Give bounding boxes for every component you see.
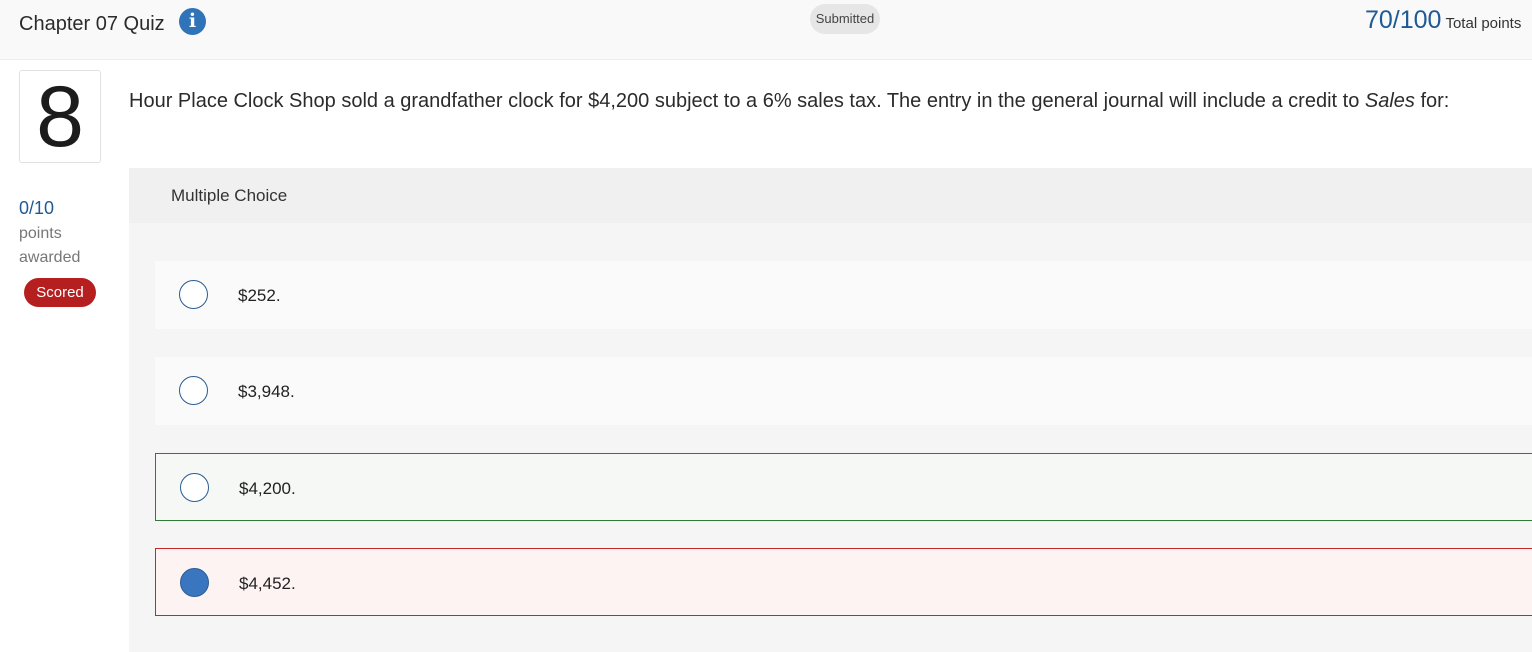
answer-option-4-selected-incorrect[interactable]: $4,452. (155, 548, 1532, 616)
question-number: 8 (19, 70, 101, 164)
question-text-start: Hour Place Clock Shop sold a grandfather… (129, 90, 1365, 112)
question-text-emphasis: Sales (1364, 90, 1415, 112)
info-icon[interactable]: i (179, 8, 206, 35)
radio-button[interactable] (180, 473, 209, 502)
radio-button-selected[interactable] (180, 568, 209, 597)
points-awarded-value: 0/10 (19, 198, 55, 218)
option-label: $252. (238, 286, 281, 305)
answer-panel-header: Multiple Choice (129, 168, 1532, 223)
answer-option-1[interactable]: $252. (155, 261, 1532, 329)
radio-button[interactable] (179, 280, 208, 309)
status-badge: Submitted (810, 4, 880, 34)
total-score: 70/100 Total points (1365, 6, 1521, 35)
answer-option-2[interactable]: $3,948. (155, 357, 1532, 425)
option-label: $4,452. (239, 574, 296, 593)
score-value: 70/100 (1365, 6, 1442, 34)
quiz-header: Chapter 07 Quiz i Submitted 70/100 Total … (0, 0, 1532, 60)
scored-badge: Scored (24, 278, 96, 307)
question-prompt: Hour Place Clock Shop sold a grandfather… (129, 90, 1449, 113)
question-text-end: for: (1414, 90, 1450, 112)
answer-panel: Multiple Choice $252. $3,948. $4,200. $4… (129, 168, 1532, 652)
answer-options: $252. $3,948. $4,200. $4,452. (129, 223, 1532, 652)
points-awarded-label: points awarded (19, 225, 81, 266)
quiz-title: Chapter 07 Quiz (19, 13, 165, 35)
question-type-label: Multiple Choice (171, 186, 288, 205)
radio-button[interactable] (179, 376, 208, 405)
option-label: $3,948. (238, 382, 295, 401)
option-label: $4,200. (239, 479, 296, 498)
score-label: Total points (1445, 15, 1522, 32)
answer-option-3-correct[interactable]: $4,200. (155, 453, 1532, 521)
